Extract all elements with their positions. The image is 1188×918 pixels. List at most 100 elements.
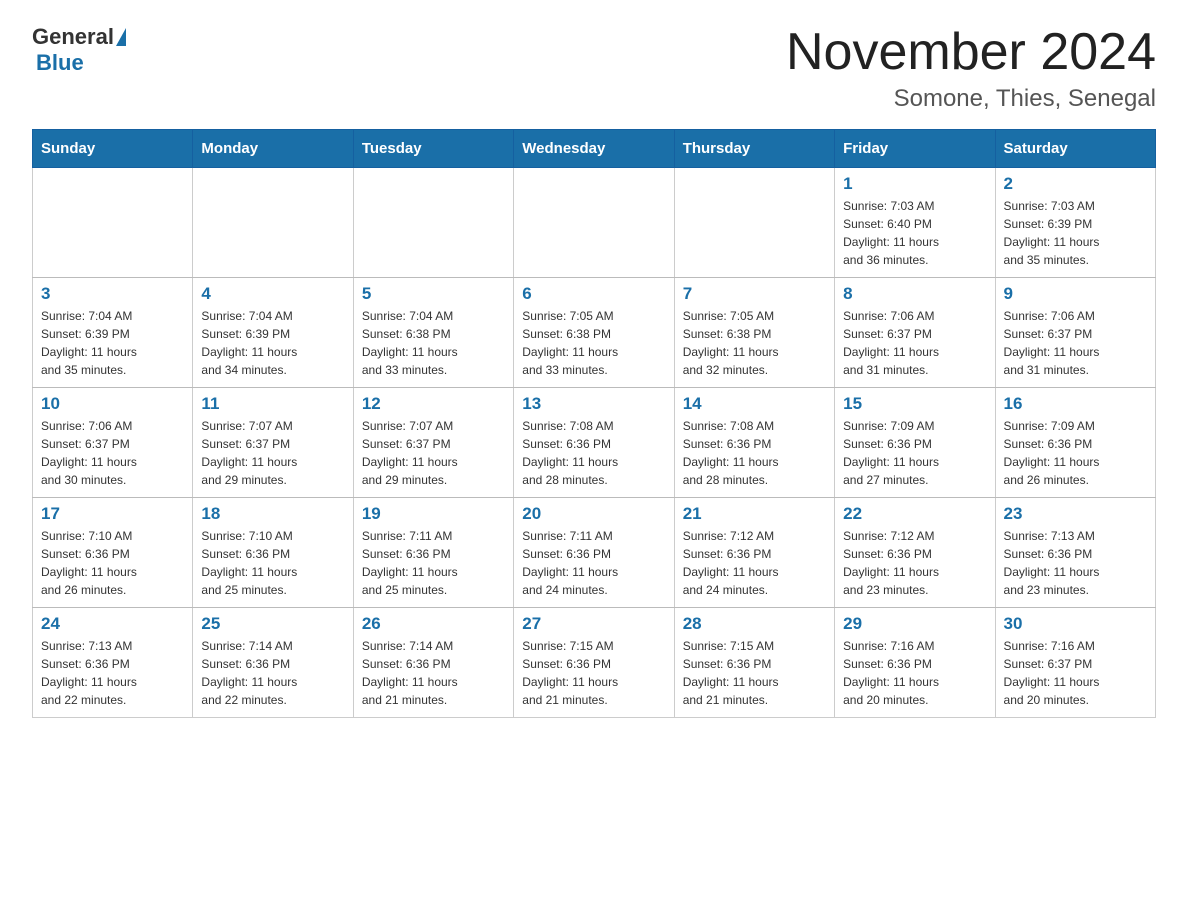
calendar-cell	[33, 168, 193, 278]
calendar-cell: 24Sunrise: 7:13 AM Sunset: 6:36 PM Dayli…	[33, 608, 193, 718]
day-number: 14	[683, 394, 826, 414]
calendar-cell: 20Sunrise: 7:11 AM Sunset: 6:36 PM Dayli…	[514, 498, 674, 608]
calendar-cell: 23Sunrise: 7:13 AM Sunset: 6:36 PM Dayli…	[995, 498, 1155, 608]
day-number: 7	[683, 284, 826, 304]
day-number: 13	[522, 394, 665, 414]
calendar-cell: 6Sunrise: 7:05 AM Sunset: 6:38 PM Daylig…	[514, 278, 674, 388]
calendar-week-row: 24Sunrise: 7:13 AM Sunset: 6:36 PM Dayli…	[33, 608, 1156, 718]
day-number: 19	[362, 504, 505, 524]
month-title: November 2024	[786, 24, 1156, 81]
day-number: 12	[362, 394, 505, 414]
day-number: 25	[201, 614, 344, 634]
calendar-cell: 15 Sunrise: 7:09 AM Sunset: 6:36 PM Dayli…	[835, 388, 995, 498]
calendar-header-monday: Monday	[193, 130, 353, 168]
calendar-cell: 3 Sunrise: 7:04 AM Sunset: 6:39 PM Daylig…	[33, 278, 193, 388]
day-number: 29	[843, 614, 986, 634]
day-number: 15	[843, 394, 986, 414]
day-number: 5	[362, 284, 505, 304]
day-info: Sunrise: 7:08 AM Sunset: 6:36 PM Dayligh…	[683, 417, 826, 489]
day-info: Sunrise: 7:16 AM Sunset: 6:36 PM Dayligh…	[843, 637, 986, 709]
calendar-week-row: 3 Sunrise: 7:04 AM Sunset: 6:39 PM Daylig…	[33, 278, 1156, 388]
calendar-week-row: 10 Sunrise: 7:06 AM Sunset: 6:37 PM Dayli…	[33, 388, 1156, 498]
day-info: Sunrise: 7:12 AM Sunset: 6:36 PM Dayligh…	[843, 527, 986, 599]
day-info: Sunrise: 7:15 AM Sunset: 6:36 PM Dayligh…	[522, 637, 665, 709]
calendar-table: SundayMondayTuesdayWednesdayThursdayFrid…	[32, 129, 1156, 718]
day-info: Sunrise: 7:04 AM Sunset: 6:39 PM Dayligh…	[41, 307, 184, 379]
calendar-week-row: 1Sunrise: 7:03 AM Sunset: 6:40 PM Daylig…	[33, 168, 1156, 278]
day-number: 28	[683, 614, 826, 634]
day-number: 1	[843, 174, 986, 194]
day-number: 8	[843, 284, 986, 304]
day-info: Sunrise: 7:05 AM Sunset: 6:38 PM Dayligh…	[683, 307, 826, 379]
day-info: Sunrise: 7:10 AM Sunset: 6:36 PM Dayligh…	[201, 527, 344, 599]
calendar-cell: 21 Sunrise: 7:12 AM Sunset: 6:36 PM Dayli…	[674, 498, 834, 608]
day-number: 2	[1004, 174, 1147, 194]
calendar-cell	[193, 168, 353, 278]
logo-text: General	[32, 24, 128, 50]
calendar-week-row: 17 Sunrise: 7:10 AM Sunset: 6:36 PM Dayli…	[33, 498, 1156, 608]
day-number: 20	[522, 504, 665, 524]
day-number: 27	[522, 614, 665, 634]
logo: General Blue	[32, 24, 128, 76]
day-number: 10	[41, 394, 184, 414]
day-number: 16	[1004, 394, 1147, 414]
day-number: 4	[201, 284, 344, 304]
page-header: General Blue November 2024 Somone, Thies…	[32, 24, 1156, 113]
calendar-header-wednesday: Wednesday	[514, 130, 674, 168]
day-number: 24	[41, 614, 184, 634]
day-info: Sunrise: 7:09 AM Sunset: 6:36 PM Dayligh…	[843, 417, 986, 489]
day-info: Sunrise: 7:09 AM Sunset: 6:36 PM Dayligh…	[1004, 417, 1147, 489]
day-info: Sunrise: 7:07 AM Sunset: 6:37 PM Dayligh…	[362, 417, 505, 489]
day-number: 30	[1004, 614, 1147, 634]
day-info: Sunrise: 7:15 AM Sunset: 6:36 PM Dayligh…	[683, 637, 826, 709]
day-info: Sunrise: 7:12 AM Sunset: 6:36 PM Dayligh…	[683, 527, 826, 599]
logo-general-text: General	[32, 24, 114, 50]
calendar-cell: 2 Sunrise: 7:03 AM Sunset: 6:39 PM Daylig…	[995, 168, 1155, 278]
calendar-cell: 19Sunrise: 7:11 AM Sunset: 6:36 PM Dayli…	[353, 498, 513, 608]
calendar-header-row: SundayMondayTuesdayWednesdayThursdayFrid…	[33, 130, 1156, 168]
calendar-cell: 11 Sunrise: 7:07 AM Sunset: 6:37 PM Dayli…	[193, 388, 353, 498]
calendar-cell: 8 Sunrise: 7:06 AM Sunset: 6:37 PM Daylig…	[835, 278, 995, 388]
day-info: Sunrise: 7:06 AM Sunset: 6:37 PM Dayligh…	[41, 417, 184, 489]
day-number: 3	[41, 284, 184, 304]
calendar-header-thursday: Thursday	[674, 130, 834, 168]
calendar-cell: 9 Sunrise: 7:06 AM Sunset: 6:37 PM Daylig…	[995, 278, 1155, 388]
day-info: Sunrise: 7:04 AM Sunset: 6:39 PM Dayligh…	[201, 307, 344, 379]
day-number: 11	[201, 394, 344, 414]
day-info: Sunrise: 7:08 AM Sunset: 6:36 PM Dayligh…	[522, 417, 665, 489]
calendar-cell: 22Sunrise: 7:12 AM Sunset: 6:36 PM Dayli…	[835, 498, 995, 608]
day-info: Sunrise: 7:06 AM Sunset: 6:37 PM Dayligh…	[1004, 307, 1147, 379]
calendar-cell: 17 Sunrise: 7:10 AM Sunset: 6:36 PM Dayli…	[33, 498, 193, 608]
calendar-cell	[353, 168, 513, 278]
calendar-cell: 5 Sunrise: 7:04 AM Sunset: 6:38 PM Daylig…	[353, 278, 513, 388]
day-info: Sunrise: 7:04 AM Sunset: 6:38 PM Dayligh…	[362, 307, 505, 379]
day-info: Sunrise: 7:14 AM Sunset: 6:36 PM Dayligh…	[201, 637, 344, 709]
day-info: Sunrise: 7:06 AM Sunset: 6:37 PM Dayligh…	[843, 307, 986, 379]
calendar-cell: 12 Sunrise: 7:07 AM Sunset: 6:37 PM Dayli…	[353, 388, 513, 498]
calendar-cell: 16 Sunrise: 7:09 AM Sunset: 6:36 PM Dayli…	[995, 388, 1155, 498]
calendar-cell	[514, 168, 674, 278]
calendar-header-sunday: Sunday	[33, 130, 193, 168]
calendar-header-friday: Friday	[835, 130, 995, 168]
day-number: 21	[683, 504, 826, 524]
day-info: Sunrise: 7:10 AM Sunset: 6:36 PM Dayligh…	[41, 527, 184, 599]
calendar-cell: 18 Sunrise: 7:10 AM Sunset: 6:36 PM Dayli…	[193, 498, 353, 608]
location-title: Somone, Thies, Senegal	[786, 85, 1156, 113]
day-info: Sunrise: 7:03 AM Sunset: 6:39 PM Dayligh…	[1004, 197, 1147, 269]
day-number: 9	[1004, 284, 1147, 304]
calendar-cell: 25 Sunrise: 7:14 AM Sunset: 6:36 PM Dayli…	[193, 608, 353, 718]
day-info: Sunrise: 7:16 AM Sunset: 6:37 PM Dayligh…	[1004, 637, 1147, 709]
calendar-cell: 27 Sunrise: 7:15 AM Sunset: 6:36 PM Dayli…	[514, 608, 674, 718]
day-number: 23	[1004, 504, 1147, 524]
logo-triangle-icon	[116, 28, 126, 46]
calendar-cell: 30 Sunrise: 7:16 AM Sunset: 6:37 PM Dayli…	[995, 608, 1155, 718]
day-info: Sunrise: 7:14 AM Sunset: 6:36 PM Dayligh…	[362, 637, 505, 709]
day-number: 18	[201, 504, 344, 524]
day-number: 6	[522, 284, 665, 304]
day-number: 17	[41, 504, 184, 524]
calendar-cell: 13 Sunrise: 7:08 AM Sunset: 6:36 PM Dayli…	[514, 388, 674, 498]
calendar-cell: 26Sunrise: 7:14 AM Sunset: 6:36 PM Dayli…	[353, 608, 513, 718]
logo-blue-text: Blue	[36, 50, 84, 75]
day-info: Sunrise: 7:07 AM Sunset: 6:37 PM Dayligh…	[201, 417, 344, 489]
calendar-cell: 28 Sunrise: 7:15 AM Sunset: 6:36 PM Dayli…	[674, 608, 834, 718]
